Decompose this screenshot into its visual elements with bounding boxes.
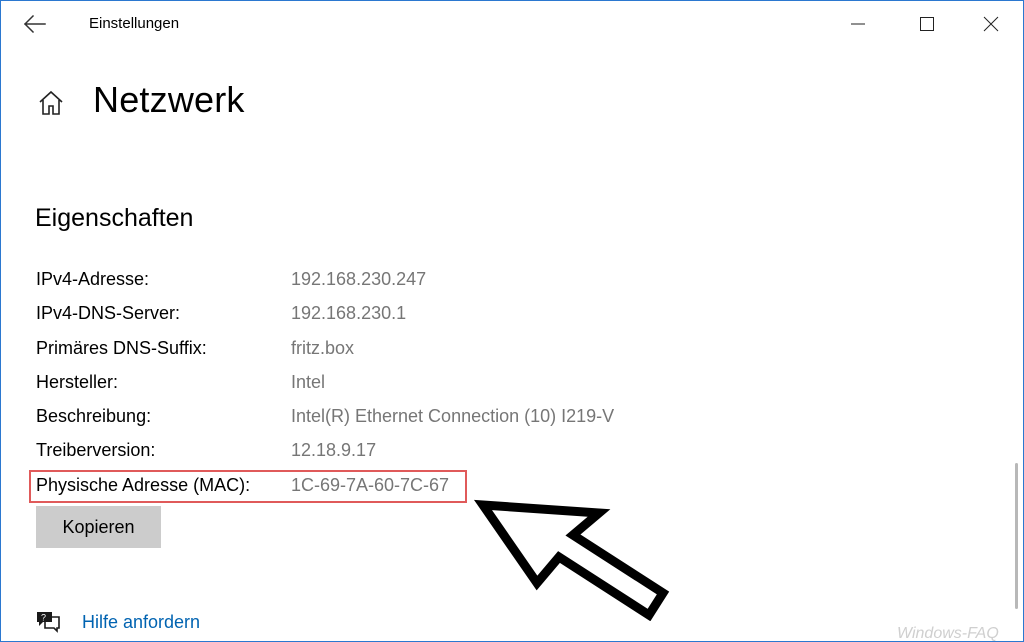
property-value: 1C-69-7A-60-7C-67 — [291, 475, 450, 495]
back-arrow-icon — [23, 14, 46, 34]
page-title: Netzwerk — [93, 79, 245, 120]
pointer-arrow-icon — [473, 499, 670, 621]
property-label: Hersteller: — [36, 372, 119, 392]
property-row-dns-suffix: Primäres DNS-Suffix: fritz.box — [36, 338, 736, 368]
property-value: fritz.box — [291, 338, 355, 358]
home-icon — [39, 90, 63, 115]
property-value: 192.168.230.1 — [291, 303, 407, 323]
chat-help-icon: ? — [37, 612, 60, 633]
property-label: Physische Adresse (MAC): — [36, 475, 251, 495]
property-label: Primäres DNS-Suffix: — [36, 338, 207, 358]
svg-text:?: ? — [41, 613, 46, 623]
property-row-ipv4-dns-server: IPv4-DNS-Server: 192.168.230.1 — [36, 303, 736, 333]
property-label: Beschreibung: — [36, 406, 152, 426]
window-title: Einstellungen — [89, 15, 180, 32]
property-label: Treiberversion: — [36, 440, 156, 460]
property-label: IPv4-Adresse: — [36, 269, 150, 289]
minimize-button[interactable] — [835, 1, 881, 47]
property-value: 12.18.9.17 — [291, 440, 377, 460]
minimize-icon — [851, 23, 865, 25]
home-button[interactable] — [37, 89, 65, 117]
settings-window: Einstellungen Netzwerk Eigenschaften IPv… — [0, 0, 1024, 642]
property-value: 192.168.230.247 — [291, 269, 427, 289]
maximize-icon — [920, 17, 934, 31]
property-label: IPv4-DNS-Server: — [36, 303, 181, 323]
property-row-manufacturer: Hersteller: Intel — [36, 372, 736, 402]
close-button[interactable] — [968, 1, 1014, 47]
scrollbar[interactable] — [1015, 463, 1018, 609]
back-button[interactable] — [21, 11, 51, 37]
maximize-button[interactable] — [904, 1, 950, 47]
watermark: Windows-FAQ — [897, 625, 999, 642]
section-heading: Eigenschaften — [35, 204, 194, 232]
property-value: Intel(R) Ethernet Connection (10) I219-V — [291, 406, 615, 426]
property-row-driver-version: Treiberversion: 12.18.9.17 — [36, 440, 736, 470]
property-row-ipv4-address: IPv4-Adresse: 192.168.230.247 — [36, 269, 736, 299]
title-bar: Einstellungen — [1, 1, 1023, 47]
copy-button[interactable]: Kopieren — [36, 506, 161, 548]
property-row-description: Beschreibung: Intel(R) Ethernet Connecti… — [36, 406, 736, 436]
property-value: Intel — [291, 372, 326, 392]
help-link[interactable]: Hilfe anfordern — [82, 612, 200, 633]
close-icon — [983, 16, 999, 32]
